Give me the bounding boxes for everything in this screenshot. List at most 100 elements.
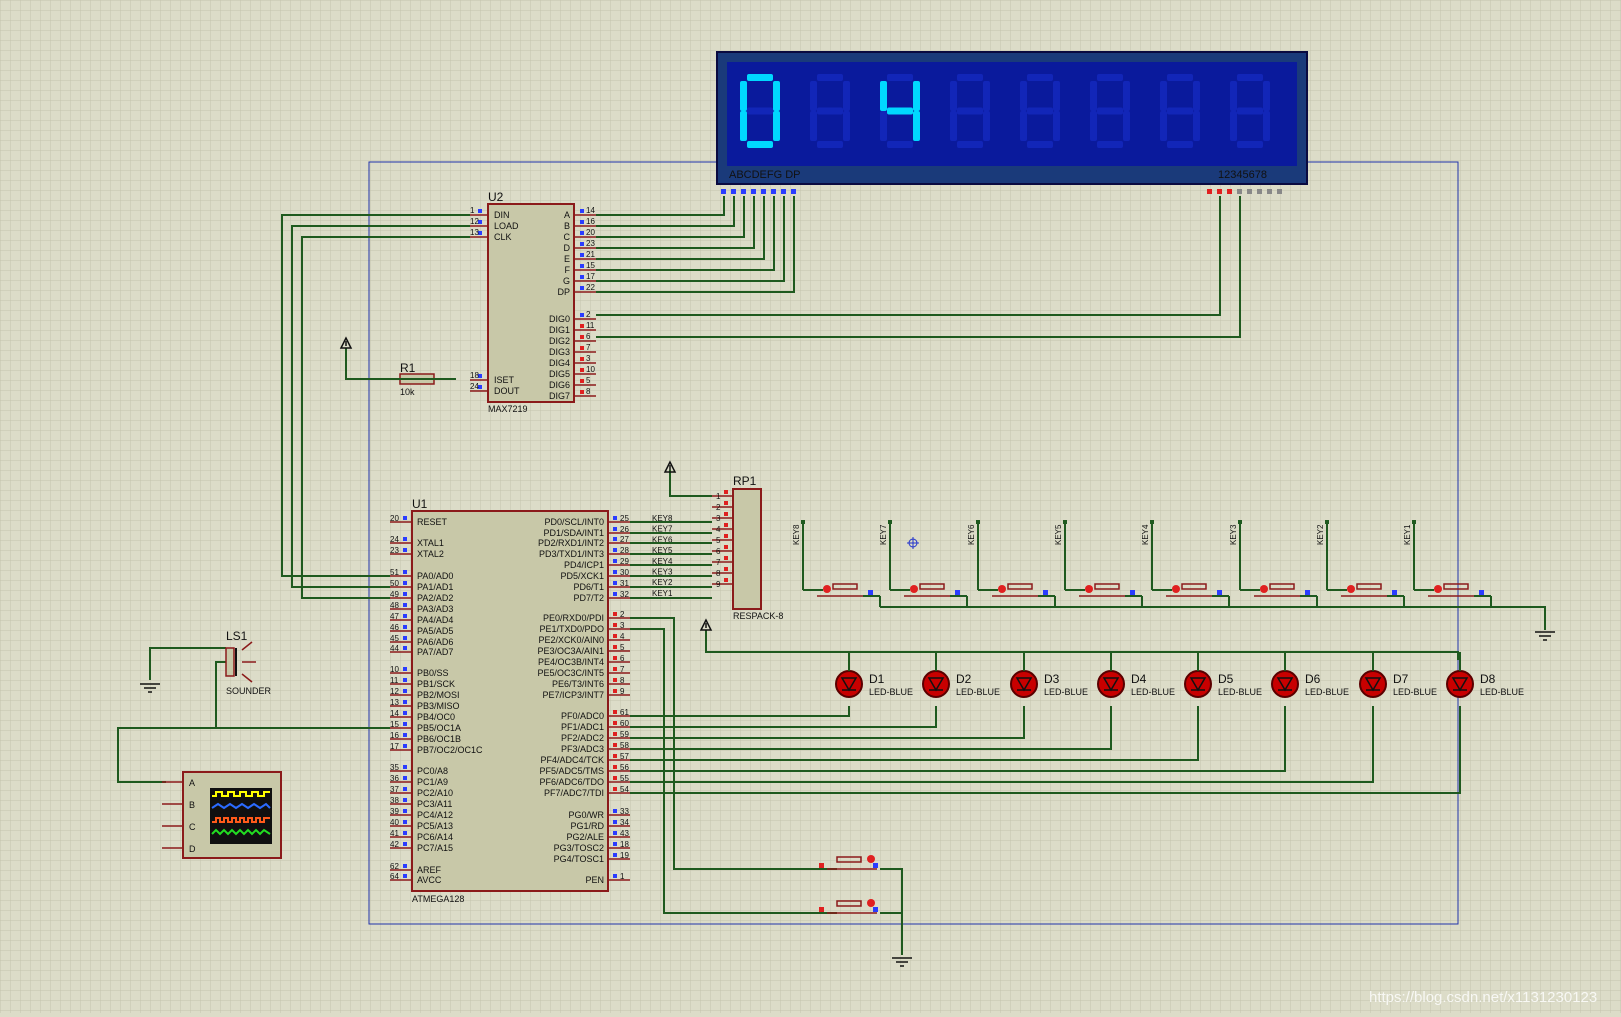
u2-pin-dig1: DIG1 — [549, 325, 570, 335]
segment-e — [810, 111, 817, 141]
rp1-pin-num: 7 — [716, 558, 721, 567]
ls1-type: SOUNDER — [226, 686, 272, 696]
u2-pin-num: 23 — [586, 239, 595, 248]
segment-a — [1237, 74, 1263, 81]
u1-pin-num: 47 — [390, 612, 399, 621]
led-type: LED-BLUE — [1480, 687, 1524, 697]
u1-pin-label: PD2/RXD1/INT2 — [538, 538, 604, 548]
u1-pin-num: 18 — [620, 840, 629, 849]
u1-ref: U1 — [412, 497, 428, 511]
u1-pin-label: PF3/ADC3 — [561, 744, 604, 754]
key-label: KEY8 — [792, 524, 801, 545]
segment-b — [773, 81, 780, 111]
u1-pin-num: 11 — [390, 676, 399, 685]
u1-pin-num: 44 — [390, 644, 399, 653]
u1-pin-num: 64 — [390, 872, 399, 881]
u2-pin-a: A — [564, 210, 570, 220]
display-seg-pin — [731, 189, 736, 194]
u1-pin-num: 31 — [620, 579, 629, 588]
u1-pin-num: 13 — [390, 698, 399, 707]
key-label: KEY3 — [1229, 524, 1238, 545]
rp1-pin-num: 1 — [716, 492, 721, 501]
rp1-pin-num: 6 — [716, 547, 721, 556]
segment-e — [1160, 111, 1167, 141]
led-ref: D3 — [1044, 672, 1060, 686]
r1-value: 10k — [400, 387, 415, 397]
display-dig-pin — [1257, 189, 1262, 194]
u2-pin-num: 6 — [586, 332, 591, 341]
rp1-pin-num: 9 — [716, 580, 721, 589]
u1-pin-num: 34 — [620, 818, 629, 827]
rp1-pin-num: 5 — [716, 536, 721, 545]
u1-pin-label: PF1/ADC1 — [561, 722, 604, 732]
seven-segment-display[interactable]: 04 ABCDEFG DP 12345678 — [716, 51, 1308, 194]
u1-pin-label: PD5/XCK1 — [560, 571, 604, 581]
segment-e — [1090, 111, 1097, 141]
u1-pin-label: PA2/AD2 — [417, 593, 453, 603]
segment-b — [1123, 81, 1130, 111]
u1-pin-num: 59 — [620, 730, 629, 739]
segment-a — [817, 74, 843, 81]
u1-pin-num: 17 — [390, 742, 399, 751]
u2-pin-g: G — [563, 276, 570, 286]
segment-f — [810, 81, 817, 111]
segment-d — [1237, 141, 1263, 148]
segment-b — [1263, 81, 1270, 111]
segment-b — [1053, 81, 1060, 111]
u1-pin-num: 38 — [390, 796, 399, 805]
led-type: LED-BLUE — [1393, 687, 1437, 697]
segment-a — [1097, 74, 1123, 81]
u1-pin-num: 10 — [390, 665, 399, 674]
u1-pin-label: XTAL2 — [417, 549, 444, 559]
display-dig-pin — [1217, 189, 1222, 194]
display-seg-pin — [791, 189, 796, 194]
u1-pin-label: PE7/ICP3/INT7 — [542, 690, 604, 700]
u1-pin-num: 62 — [390, 862, 399, 871]
u1-pin-num: 25 — [620, 514, 629, 523]
scope-channel-d: D — [189, 844, 196, 854]
display-seg-pin — [741, 189, 746, 194]
u2-pin-dp: DP — [557, 287, 570, 297]
u1-pin-num: 5 — [620, 643, 625, 652]
u1-pin-num: 55 — [620, 774, 629, 783]
u1-pin-label: PE1/TXD0/PDO — [539, 624, 604, 634]
u1-type: ATMEGA128 — [412, 894, 464, 904]
u1-pin-label: PE5/OC3C/INT5 — [537, 668, 604, 678]
rp1-pin-num: 2 — [716, 503, 721, 512]
u1-pin-num: 45 — [390, 634, 399, 643]
u1-pin-label: PC4/A12 — [417, 810, 453, 820]
u1-pin-label: PA4/AD4 — [417, 615, 453, 625]
u1-pin-num: 12 — [390, 687, 399, 696]
u1-pin-label: PC2/A10 — [417, 788, 453, 798]
segment-g — [887, 107, 913, 115]
segment-f — [950, 81, 957, 111]
u1-pin-num: 4 — [620, 632, 625, 641]
display-dig-pin — [1237, 189, 1242, 194]
ls1-ref: LS1 — [226, 629, 248, 643]
u1-pin-num: 46 — [390, 623, 399, 632]
u1-pin-label: PF0/ADC0 — [561, 711, 604, 721]
u1-pin-label: PB6/OC1B — [417, 734, 461, 744]
segment-f — [1160, 81, 1167, 111]
led-type: LED-BLUE — [1044, 687, 1088, 697]
display-digit-label: 12345678 — [1218, 169, 1267, 181]
u2-pin-num: 7 — [586, 343, 591, 352]
display-dig-pin — [1207, 189, 1212, 194]
segment-b — [1193, 81, 1200, 111]
u2-pin-num: 13 — [470, 228, 479, 237]
schematic-canvas[interactable]: 04 ABCDEFG DP 12345678 U2 MAX7219 1 DIN 12… — [0, 0, 1621, 1013]
u2-pin-dig0: DIG0 — [549, 314, 570, 324]
u1-pin-label: PB2/MOSI — [417, 690, 460, 700]
u1-pin-num: 19 — [620, 851, 629, 860]
led-ref: D8 — [1480, 672, 1496, 686]
u1-pin-label: PC6/A14 — [417, 832, 453, 842]
segment-b — [843, 81, 850, 111]
led-type: LED-BLUE — [1305, 687, 1349, 697]
led-ref: D1 — [869, 672, 885, 686]
u1-pin-num: 28 — [620, 546, 629, 555]
net-label-key2: KEY2 — [652, 578, 673, 587]
u1-pin-label: XTAL1 — [417, 538, 444, 548]
segment-d — [1027, 141, 1053, 148]
u1-pin-label: PD0/SCL/INT0 — [544, 517, 604, 527]
segment-f — [880, 81, 887, 111]
